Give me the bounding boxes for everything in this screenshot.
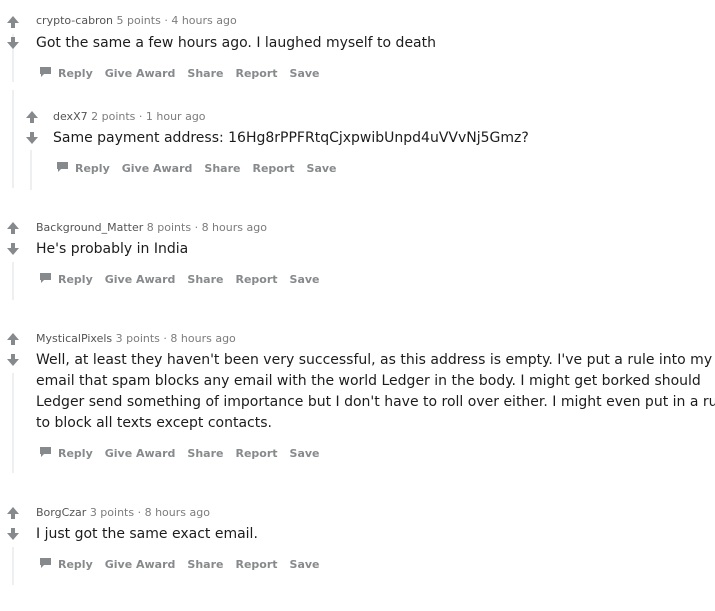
comment-icon (39, 66, 52, 82)
give-award-button[interactable]: Give Award (105, 67, 176, 81)
share-button[interactable]: Share (187, 273, 223, 287)
give-award-button[interactable]: Give Award (105, 558, 176, 572)
share-button[interactable]: Share (187, 447, 223, 461)
comment-time[interactable]: 8 hours ago (170, 332, 235, 345)
meta-separator: · (137, 506, 142, 519)
save-button[interactable]: Save (290, 558, 320, 572)
reply-button[interactable]: Reply (39, 66, 93, 82)
reply-label: Reply (58, 558, 93, 571)
save-button[interactable]: Save (290, 273, 320, 287)
comment-time[interactable]: 8 hours ago (202, 221, 267, 234)
comment-points: 5 points (116, 14, 161, 27)
meta-separator: · (163, 332, 167, 345)
downvote-icon[interactable] (6, 242, 20, 256)
report-button[interactable]: Report (235, 67, 277, 81)
comment-meta: BorgCzar 3 points · 8 hours ago (36, 506, 210, 520)
save-button[interactable]: Save (290, 447, 320, 461)
comment-time[interactable]: 1 hour ago (146, 110, 206, 123)
comment-text-line: Well, at least they haven't been very su… (36, 352, 713, 368)
comment-body: He's probably in India (36, 239, 188, 260)
comment-author[interactable]: dexX7 (53, 110, 88, 123)
comment-points: 2 points (91, 110, 136, 123)
save-button[interactable]: Save (290, 67, 320, 81)
comment-meta: Background_Matter 8 points · 8 hours ago (36, 221, 267, 235)
comment-icon (39, 557, 52, 573)
reply-button[interactable]: Reply (56, 161, 110, 177)
comment-meta: MysticalPixels 3 points · 8 hours ago (36, 332, 236, 346)
comment-body: Well, at least they haven't been very su… (36, 350, 715, 434)
upvote-icon[interactable] (25, 110, 39, 124)
reply-label: Reply (58, 67, 93, 80)
comment-text: He's probably in India (36, 241, 189, 257)
comment-text: Got the same a few hours ago. I laughed … (36, 35, 436, 51)
comment-text-line: to block all texts except contacts. (36, 415, 272, 431)
thread-line[interactable] (12, 90, 14, 188)
comment-author[interactable]: MysticalPixels (36, 332, 112, 345)
downvote-icon[interactable] (6, 353, 20, 367)
report-button[interactable]: Report (235, 273, 277, 287)
comment-author[interactable]: Background_Matter (36, 221, 143, 234)
comment-text-line: Ledger send something of importance but … (36, 394, 715, 410)
meta-separator: · (194, 221, 199, 234)
thread-line[interactable] (12, 262, 14, 300)
comment-body: I just got the same exact email. (36, 524, 258, 545)
comment-body: Got the same a few hours ago. I laughed … (36, 33, 436, 54)
reply-button[interactable]: Reply (39, 557, 93, 573)
report-button[interactable]: Report (235, 447, 277, 461)
meta-separator: · (164, 14, 168, 27)
comment-actions: Reply Give Award Share Report Save (39, 557, 332, 573)
comment-author[interactable]: crypto-cabron (36, 14, 113, 27)
upvote-icon[interactable] (6, 221, 20, 235)
comment-author[interactable]: BorgCzar (36, 506, 86, 519)
meta-separator: · (138, 110, 143, 123)
thread-line[interactable] (12, 373, 14, 473)
comment-actions: Reply Give Award Share Report Save (39, 272, 332, 288)
comment-time[interactable]: 8 hours ago (145, 506, 210, 519)
comment-points: 3 points (89, 506, 135, 519)
share-button[interactable]: Share (187, 67, 223, 81)
comment-points: 3 points (115, 332, 160, 345)
upvote-icon[interactable] (6, 15, 20, 29)
comment-icon (39, 272, 52, 288)
reply-label: Reply (75, 162, 110, 175)
report-button[interactable]: Report (252, 162, 294, 176)
comment-actions: Reply Give Award Share Report Save (56, 161, 349, 177)
upvote-icon[interactable] (6, 506, 20, 520)
give-award-button[interactable]: Give Award (122, 162, 193, 176)
downvote-icon[interactable] (6, 36, 20, 50)
share-button[interactable]: Share (204, 162, 240, 176)
report-button[interactable]: Report (235, 558, 277, 572)
comment-text: Same payment address: 16Hg8rPPFRtqCjxpwi… (53, 130, 529, 146)
downvote-icon[interactable] (25, 131, 39, 145)
comment-meta: crypto-cabron 5 points · 4 hours ago (36, 14, 237, 28)
give-award-button[interactable]: Give Award (105, 447, 176, 461)
comment-icon (56, 161, 69, 177)
comment-time[interactable]: 4 hours ago (171, 14, 236, 27)
comment-text-line: email that spam blocks any email with th… (36, 373, 701, 389)
reply-button[interactable]: Reply (39, 446, 93, 462)
thread-line[interactable] (30, 150, 32, 190)
reply-label: Reply (58, 273, 93, 286)
comment-meta: dexX7 2 points · 1 hour ago (53, 110, 206, 124)
downvote-icon[interactable] (6, 527, 20, 541)
comment-icon (39, 446, 52, 462)
comment-points: 8 points (146, 221, 192, 234)
share-button[interactable]: Share (187, 558, 223, 572)
give-award-button[interactable]: Give Award (105, 273, 176, 287)
comment-actions: Reply Give Award Share Report Save (39, 66, 332, 82)
save-button[interactable]: Save (307, 162, 337, 176)
reply-button[interactable]: Reply (39, 272, 93, 288)
comment-actions: Reply Give Award Share Report Save (39, 446, 332, 462)
comment-body: Same payment address: 16Hg8rPPFRtqCjxpwi… (53, 128, 529, 149)
thread-line[interactable] (12, 547, 14, 585)
reply-label: Reply (58, 447, 93, 460)
upvote-icon[interactable] (6, 332, 20, 346)
comment-text: I just got the same exact email. (36, 526, 258, 542)
